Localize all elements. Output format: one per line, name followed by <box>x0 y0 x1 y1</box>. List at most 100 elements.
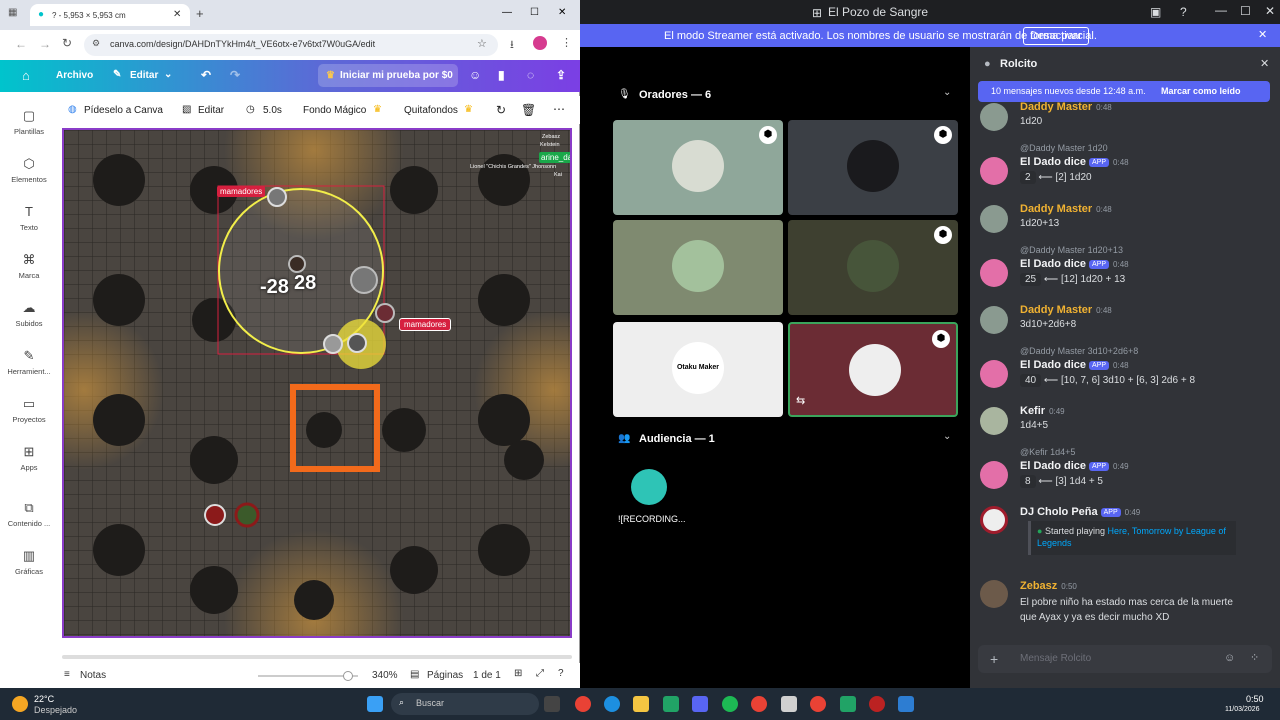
rail-charts[interactable]: ▥ Gráficas <box>0 548 58 576</box>
token[interactable] <box>267 187 287 207</box>
speaker-tile[interactable]: ⬢ <box>613 120 783 215</box>
file-menu[interactable]: Archivo <box>56 70 93 81</box>
zoom-slider-handle[interactable] <box>343 671 353 681</box>
grid-view-icon[interactable]: ⊞ <box>514 668 522 679</box>
edit-menu[interactable]: Editar <box>130 70 158 81</box>
file-explorer-icon[interactable] <box>633 696 649 712</box>
avatar[interactable] <box>980 506 1008 534</box>
avatar[interactable] <box>980 360 1008 388</box>
speaker-tile[interactable] <box>613 220 783 315</box>
replace-icon[interactable]: ↻ <box>496 103 506 117</box>
battle-map-canvas[interactable]: mamadores mamadores -28 28 Zebasz Kelste… <box>62 128 572 638</box>
browser-tab[interactable]: ● ? - 5,953 × 5,953 cm ✕ <box>30 4 190 26</box>
username[interactable]: El Dado dice <box>1020 359 1086 371</box>
remove-background-button[interactable]: Quitafondos <box>404 105 458 116</box>
fullscreen-icon[interactable]: ⤢ <box>536 668 544 679</box>
zoom-level[interactable]: 340% <box>372 670 398 681</box>
share-icon[interactable]: ⇪ <box>556 68 566 82</box>
forward-icon[interactable]: → <box>39 37 51 51</box>
speaker-tile[interactable]: ⬢ <box>788 220 958 315</box>
close-tab-icon[interactable]: ✕ <box>173 9 181 20</box>
horizontal-scrollbar[interactable] <box>62 655 572 659</box>
whatsapp-icon[interactable] <box>663 696 679 712</box>
chrome-profile-icon[interactable] <box>810 696 826 712</box>
url-field[interactable]: ⚙ canva.com/design/DAHDnTYkHm4/t_VE6otx-… <box>84 34 498 56</box>
speaker-tile-active[interactable]: ⬢ ⇆ <box>788 322 958 417</box>
comment-icon[interactable]: ◌ <box>527 68 534 82</box>
browser-menu-icon[interactable]: ⋮ <box>561 36 572 49</box>
maximize-icon[interactable]: ☐ <box>530 7 539 18</box>
profile-avatar[interactable] <box>533 36 547 50</box>
username[interactable]: El Dado dice <box>1020 460 1086 472</box>
minimize-icon[interactable]: — <box>1215 3 1227 17</box>
avatar[interactable] <box>980 259 1008 287</box>
more-options-icon[interactable]: ⋯ <box>553 102 565 116</box>
pages-button[interactable]: Páginas <box>427 670 463 681</box>
username[interactable]: Daddy Master <box>1020 101 1092 113</box>
rail-text[interactable]: T Texto <box>0 204 58 232</box>
reload-icon[interactable]: ↻ <box>62 36 72 50</box>
trash-icon[interactable]: 🗑 <box>521 103 536 117</box>
taskbar-search[interactable]: ⌕ Buscar <box>391 693 539 715</box>
zoom-slider[interactable] <box>258 671 358 681</box>
people-icon[interactable]: ☺ <box>469 68 481 82</box>
chrome-icon[interactable] <box>575 696 591 712</box>
notepad-icon[interactable] <box>781 696 797 712</box>
username[interactable]: El Dado dice <box>1020 156 1086 168</box>
weather-icon[interactable] <box>12 696 28 712</box>
chrome-profile-icon[interactable] <box>751 696 767 712</box>
close-icon[interactable]: ✕ <box>1260 57 1269 70</box>
rail-brand[interactable]: ⌘ Marca <box>0 252 58 280</box>
rail-projects[interactable]: ▭ Proyectos <box>0 396 58 424</box>
magic-background-button[interactable]: Fondo Mágico <box>303 105 366 116</box>
reply-reference[interactable]: @Daddy Master 1d20+13 <box>1020 245 1123 255</box>
close-icon[interactable]: ✕ <box>1265 4 1275 18</box>
edge-icon[interactable] <box>604 696 620 712</box>
rail-apps[interactable]: ⊞ Apps <box>0 444 58 472</box>
ask-canva-button[interactable]: Pídeselo a Canva <box>84 105 163 116</box>
chart-icon[interactable]: ▮ <box>498 68 505 82</box>
disable-streamer-button[interactable]: Desactivar <box>1023 27 1089 45</box>
chevron-down-icon[interactable]: ⌄ <box>164 69 172 80</box>
home-icon[interactable]: ⌂ <box>22 68 30 83</box>
minimize-icon[interactable]: — <box>502 7 512 18</box>
close-icon[interactable]: ✕ <box>558 7 566 18</box>
rail-content[interactable]: ⧉ Contenido ... <box>0 500 58 528</box>
app-icon[interactable] <box>869 696 885 712</box>
rail-tools[interactable]: ✎ Herramient... <box>0 348 58 376</box>
help-icon[interactable]: ? <box>1180 5 1187 19</box>
notes-button[interactable]: Notas <box>80 670 106 681</box>
chevron-down-icon[interactable]: ⌄ <box>943 431 951 442</box>
discord-icon[interactable] <box>692 696 708 712</box>
duration-button[interactable]: 5.0s <box>263 105 282 116</box>
edit-image-button[interactable]: Editar <box>198 105 224 116</box>
username[interactable]: Zebasz <box>1020 580 1057 592</box>
username[interactable]: Kefir <box>1020 405 1045 417</box>
maximize-icon[interactable]: ☐ <box>1240 4 1251 18</box>
site-info-icon[interactable]: ⚙ <box>92 38 100 49</box>
username[interactable]: DJ Cholo Peña <box>1020 506 1098 518</box>
download-icon[interactable]: ⭳ <box>510 36 514 55</box>
token[interactable] <box>375 303 395 323</box>
token[interactable] <box>323 334 343 354</box>
new-messages-banner[interactable]: 10 mensajes nuevos desde 12:48 a.m. Marc… <box>978 81 1270 102</box>
spotify-icon[interactable] <box>722 696 738 712</box>
token[interactable] <box>234 502 260 528</box>
undo-icon[interactable]: ↶ <box>201 68 211 82</box>
apps-icon[interactable]: ⁘ <box>1250 651 1259 664</box>
token[interactable] <box>288 255 306 273</box>
reply-reference[interactable]: @Daddy Master 1d20 <box>1020 143 1108 153</box>
bookmark-star-icon[interactable]: ☆ <box>477 37 487 50</box>
speaker-tile[interactable]: ⬢ <box>788 120 958 215</box>
rail-elements[interactable]: ⬡ Elementos <box>0 156 58 184</box>
avatar[interactable] <box>980 157 1008 185</box>
username[interactable]: El Dado dice <box>1020 258 1086 270</box>
speaker-tile[interactable]: Otaku Maker <box>613 322 783 417</box>
avatar[interactable] <box>980 580 1008 608</box>
redo-icon[interactable]: ↷ <box>230 68 240 82</box>
rail-uploads[interactable]: ☁ Subidos <box>0 300 58 328</box>
task-view-icon[interactable] <box>544 696 560 712</box>
emoji-icon[interactable]: ☺ <box>1224 652 1235 664</box>
token[interactable] <box>204 504 226 526</box>
chevron-down-icon[interactable]: ⌄ <box>943 87 951 98</box>
